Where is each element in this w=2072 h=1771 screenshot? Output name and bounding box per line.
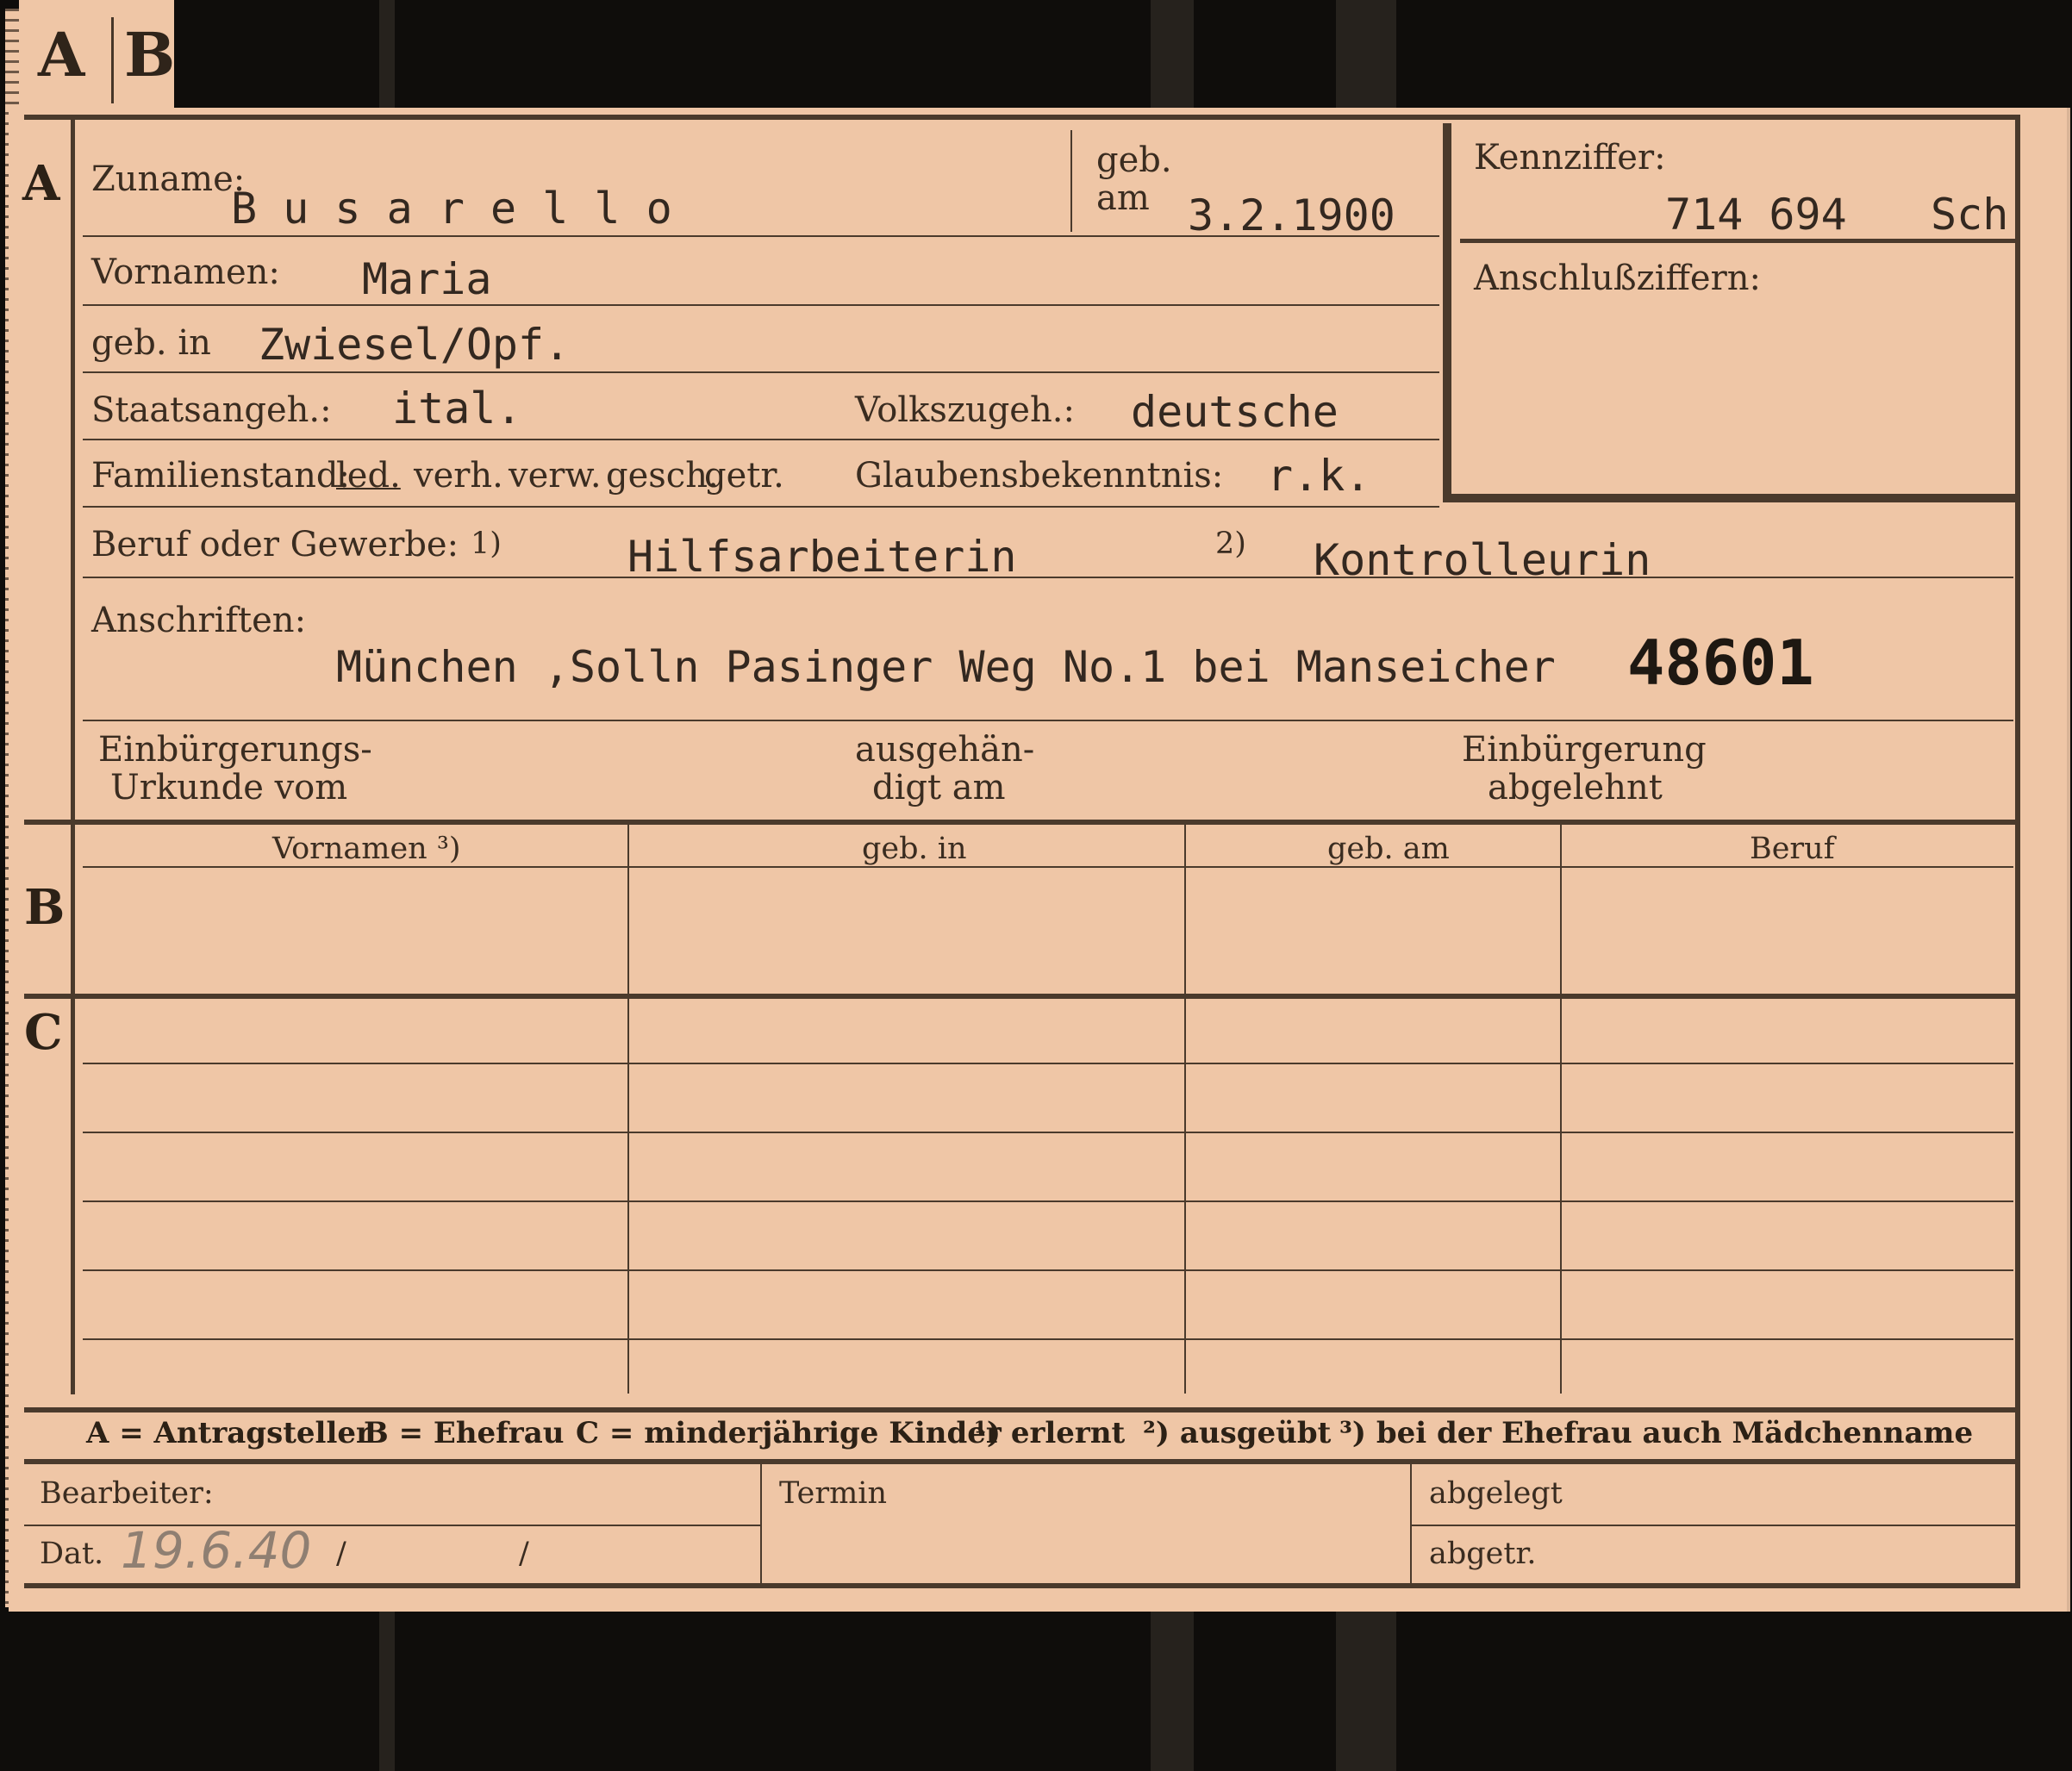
anschlussziffern-label: Anschlußziffern:: [1474, 259, 1761, 298]
row-rule: [83, 304, 1439, 306]
legend-footnote-3: ³) bei der Ehefrau auch Mädchenname: [1339, 1416, 1974, 1450]
einbuergerungs-label-line2: Urkunde vom: [110, 768, 348, 808]
section-column-rule: [71, 115, 75, 1394]
background-stripe: [379, 0, 395, 108]
table-header-geb-am: geb. am: [1327, 832, 1450, 866]
section-c-row-rule: [83, 1338, 2013, 1340]
geb-in-label: geb. in: [91, 323, 211, 363]
vornamen-value: Maria: [362, 254, 492, 304]
familienstand-option-gesch: gesch.: [606, 456, 719, 496]
section-c-row-rule: [83, 1063, 2013, 1064]
kennziffer-box-left: [1443, 123, 1451, 502]
section-c-row-rule: [83, 1132, 2013, 1133]
section-b-top-rule: [24, 820, 2020, 825]
beruf-footnote-2: 2): [1215, 527, 1246, 561]
volkszugeh-label: Volkszugeh.:: [855, 390, 1075, 430]
table-col-divider: [1184, 825, 1186, 1394]
frame-bottom: [24, 1583, 2020, 1588]
abgelegt-label: abgelegt: [1429, 1476, 1563, 1511]
background-stripe: [379, 1612, 395, 1771]
row-rule: [83, 235, 1439, 237]
staatsangeh-label: Staatsangeh.:: [91, 390, 332, 430]
row-rule: [83, 577, 2013, 578]
section-c-top-rule: [24, 994, 2020, 999]
einbuergerung-abgelehnt-line1: Einbürgerung: [1462, 730, 1707, 770]
table-header-beruf: Beruf: [1750, 832, 1835, 866]
familienstand-option-verh: verh.: [414, 456, 503, 496]
tab-letter-b: B: [124, 19, 176, 90]
table-col-divider: [1560, 825, 1562, 1394]
glaubensbekenntnis-value: r.k.: [1267, 451, 1371, 501]
dat-handwritten-value: 19.6.40: [121, 1521, 312, 1580]
row-rule: [83, 371, 1439, 373]
zuname-value: B u s a r e l l o: [231, 184, 672, 234]
anschriften-label: Anschriften:: [91, 601, 307, 640]
footer-row-rule: [1410, 1525, 2015, 1526]
footer-col-divider: [760, 1464, 762, 1585]
frame-top: [24, 115, 2020, 120]
legend-top-rule: [24, 1407, 2020, 1412]
beruf-erlernt-value: Hilfsarbeiterin: [627, 532, 1017, 582]
glaubensbekenntnis-label: Glaubensbekenntnis:: [855, 456, 1224, 496]
legend-item-c: C = minderjährige Kinder: [576, 1416, 1002, 1450]
row-rule: [83, 506, 1439, 508]
geb-am-divider: [1070, 130, 1072, 232]
legend-footnote-1: ¹) erlernt: [974, 1416, 1126, 1450]
stamp-number: 48601: [1627, 627, 1814, 699]
tab-letter-a: A: [38, 19, 85, 90]
background-stripe: [1336, 1612, 1396, 1771]
dat-slash: /: [519, 1537, 529, 1571]
beruf-label: Beruf oder Gewerbe:: [91, 525, 459, 564]
staatsangeh-value: ital.: [392, 384, 522, 433]
vornamen-label: Vornamen:: [91, 253, 280, 292]
background-stripe: [1151, 1612, 1194, 1771]
tab-separator: [111, 17, 114, 103]
kennziffer-box-bottom: [1443, 494, 2015, 502]
familienstand-option-led: led.: [336, 456, 401, 496]
anschrift-value: München ,Solln Pasinger Weg No.1 bei Man…: [336, 642, 1556, 692]
table-header-geb-in: geb. in: [862, 832, 967, 866]
geb-am-label-line1: geb.: [1096, 140, 1172, 180]
bearbeiter-label: Bearbeiter:: [40, 1476, 214, 1511]
legend-footnote-2: ²) ausgeübt: [1143, 1416, 1332, 1450]
registration-card: A Zuname: B u s a r e l l o geb. am 3.2.…: [9, 108, 2070, 1612]
zuname-label: Zuname:: [91, 159, 246, 199]
legend-item-b: B = Ehefrau: [364, 1416, 565, 1450]
section-b-letter: B: [24, 879, 66, 936]
geb-in-value: Zwiesel/Opf.: [259, 320, 571, 370]
legend-item-a: A = Antragsteller: [86, 1416, 371, 1450]
ausgehaendigt-label-line2: digt am: [872, 768, 1006, 808]
volkszugeh-value: deutsche: [1131, 387, 1339, 437]
table-col-divider: [627, 825, 629, 1394]
row-rule: [83, 439, 1439, 440]
ausgehaendigt-label-line1: ausgehän-: [855, 730, 1035, 770]
geb-am-value: 3.2.1900: [1188, 190, 1395, 240]
section-c-row-rule: [83, 1269, 2013, 1271]
abgetr-label: abgetr.: [1429, 1537, 1537, 1571]
familienstand-option-getr: getr.: [704, 456, 784, 496]
section-a-letter: A: [22, 155, 60, 212]
legend-bottom-rule: [24, 1459, 2020, 1464]
einbuergerung-abgelehnt-line2: abgelehnt: [1488, 768, 1663, 808]
row-rule: [83, 720, 2013, 721]
index-tab: A B: [19, 0, 176, 116]
termin-label: Termin: [779, 1476, 887, 1511]
section-c-row-rule: [83, 1200, 2013, 1202]
background-stripe: [1336, 0, 1396, 108]
background-stripe: [1151, 0, 1194, 108]
table-header-rule: [83, 866, 2013, 868]
familienstand-label: Familienstand:: [91, 456, 350, 496]
einbuergerungs-label-line1: Einbürgerungs-: [98, 730, 372, 770]
kennziffer-label: Kennziffer:: [1474, 138, 1666, 178]
table-header-vornamen: Vornamen ³): [272, 832, 461, 866]
familienstand-option-verw: verw.: [509, 456, 602, 496]
frame-right: [2015, 115, 2020, 1588]
dat-label: Dat.: [40, 1537, 104, 1571]
dat-slash: /: [336, 1537, 346, 1571]
section-c-letter: C: [24, 1004, 63, 1061]
beruf-footnote-1: 1): [471, 527, 502, 561]
geb-am-label-line2: am: [1096, 178, 1150, 218]
kennziffer-suffix: Sch: [1931, 190, 2009, 240]
kennziffer-number: 714 694: [1665, 190, 1847, 240]
